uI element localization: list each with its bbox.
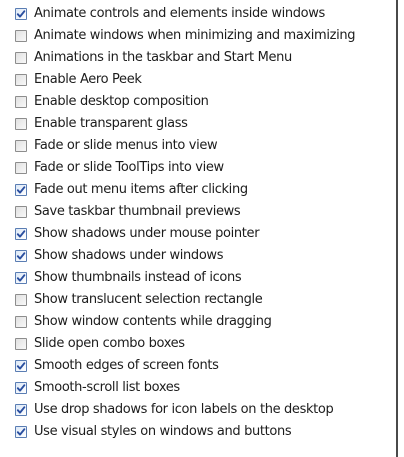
option-label: Animate windows when minimizing and maxi… bbox=[34, 28, 356, 43]
visual-effect-option[interactable]: Use drop shadows for icon labels on the … bbox=[15, 399, 396, 421]
option-label: Show thumbnails instead of icons bbox=[34, 270, 242, 285]
visual-effect-option[interactable]: Animate controls and elements inside win… bbox=[15, 3, 396, 25]
visual-effect-option[interactable]: Use visual styles on windows and buttons bbox=[15, 421, 396, 443]
option-label: Smooth edges of screen fonts bbox=[34, 358, 219, 373]
visual-effect-option[interactable]: Fade or slide menus into view bbox=[15, 135, 396, 157]
checkbox-unchecked[interactable] bbox=[15, 316, 27, 328]
visual-effect-option[interactable]: Show thumbnails instead of icons bbox=[15, 267, 396, 289]
check-mark-icon bbox=[16, 10, 26, 18]
checkbox-unchecked[interactable] bbox=[15, 74, 27, 86]
check-mark-icon bbox=[16, 274, 26, 282]
visual-effect-option[interactable]: Fade or slide ToolTips into view bbox=[15, 157, 396, 179]
visual-effect-option[interactable]: Smooth edges of screen fonts bbox=[15, 355, 396, 377]
option-label: Use visual styles on windows and buttons bbox=[34, 424, 292, 439]
visual-effect-option[interactable]: Show shadows under mouse pointer bbox=[15, 223, 396, 245]
option-label: Show shadows under windows bbox=[34, 248, 224, 263]
visual-effect-option[interactable]: Fade out menu items after clicking bbox=[15, 179, 396, 201]
option-label: Slide open combo boxes bbox=[34, 336, 185, 351]
checkbox-checked[interactable] bbox=[15, 184, 27, 196]
visual-effect-option[interactable]: Save taskbar thumbnail previews bbox=[15, 201, 396, 223]
checkbox-unchecked[interactable] bbox=[15, 206, 27, 218]
visual-effect-option[interactable]: Slide open combo boxes bbox=[15, 333, 396, 355]
visual-effect-option[interactable]: Enable transparent glass bbox=[15, 113, 396, 135]
checkbox-checked[interactable] bbox=[15, 8, 27, 20]
option-label: Smooth-scroll list boxes bbox=[34, 380, 180, 395]
option-label: Enable transparent glass bbox=[34, 116, 188, 131]
option-label: Use drop shadows for icon labels on the … bbox=[34, 402, 334, 417]
checkbox-checked[interactable] bbox=[15, 404, 27, 416]
check-mark-icon bbox=[16, 362, 26, 370]
visual-effect-option[interactable]: Smooth-scroll list boxes bbox=[15, 377, 396, 399]
check-mark-icon bbox=[16, 230, 26, 238]
option-label: Show translucent selection rectangle bbox=[34, 292, 263, 307]
option-label: Show shadows under mouse pointer bbox=[34, 226, 260, 241]
visual-effect-option[interactable]: Show translucent selection rectangle bbox=[15, 289, 396, 311]
visual-effect-option[interactable]: Animations in the taskbar and Start Menu bbox=[15, 47, 396, 69]
checkbox-unchecked[interactable] bbox=[15, 96, 27, 108]
option-label: Fade or slide ToolTips into view bbox=[34, 160, 224, 175]
option-label: Enable desktop composition bbox=[34, 94, 209, 109]
checkbox-checked[interactable] bbox=[15, 250, 27, 262]
checkbox-unchecked[interactable] bbox=[15, 338, 27, 350]
checkbox-checked[interactable] bbox=[15, 426, 27, 438]
checkbox-unchecked[interactable] bbox=[15, 52, 27, 64]
option-label: Save taskbar thumbnail previews bbox=[34, 204, 241, 219]
option-label: Animations in the taskbar and Start Menu bbox=[34, 50, 292, 65]
checkbox-checked[interactable] bbox=[15, 272, 27, 284]
checkbox-checked[interactable] bbox=[15, 360, 27, 372]
check-mark-icon bbox=[16, 186, 26, 194]
option-label: Enable Aero Peek bbox=[34, 72, 142, 87]
checkbox-unchecked[interactable] bbox=[15, 294, 27, 306]
check-mark-icon bbox=[16, 252, 26, 260]
visual-effect-option[interactable]: Enable Aero Peek bbox=[15, 69, 396, 91]
option-label: Fade or slide menus into view bbox=[34, 138, 218, 153]
visual-effect-option[interactable]: Show window contents while dragging bbox=[15, 311, 396, 333]
check-mark-icon bbox=[16, 384, 26, 392]
visual-effect-option[interactable]: Enable desktop composition bbox=[15, 91, 396, 113]
visual-effect-option[interactable]: Animate windows when minimizing and maxi… bbox=[15, 25, 396, 47]
checkbox-unchecked[interactable] bbox=[15, 30, 27, 42]
checkbox-unchecked[interactable] bbox=[15, 118, 27, 130]
option-label: Show window contents while dragging bbox=[34, 314, 272, 329]
checkbox-checked[interactable] bbox=[15, 382, 27, 394]
option-label: Fade out menu items after clicking bbox=[34, 182, 248, 197]
visual-effects-list: Animate controls and elements inside win… bbox=[0, 0, 396, 443]
check-mark-icon bbox=[16, 428, 26, 436]
checkbox-unchecked[interactable] bbox=[15, 162, 27, 174]
visual-effect-option[interactable]: Show shadows under windows bbox=[15, 245, 396, 267]
checkbox-checked[interactable] bbox=[15, 228, 27, 240]
visual-effects-options-panel: Animate controls and elements inside win… bbox=[0, 0, 398, 457]
option-label: Animate controls and elements inside win… bbox=[34, 6, 325, 21]
checkbox-unchecked[interactable] bbox=[15, 140, 27, 152]
check-mark-icon bbox=[16, 406, 26, 414]
